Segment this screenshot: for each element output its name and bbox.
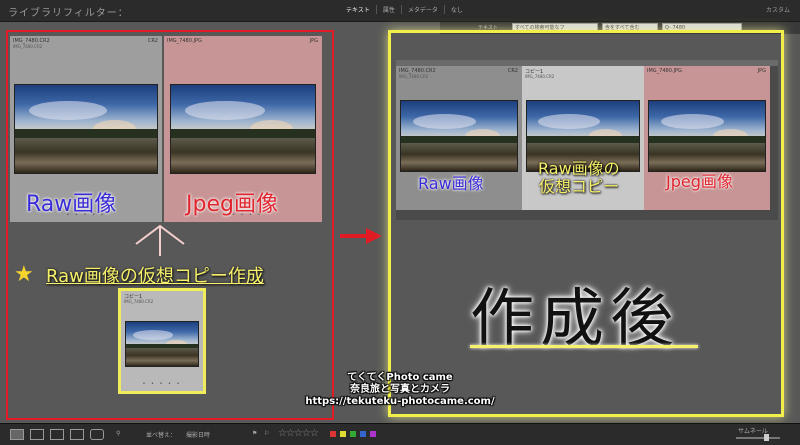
sort-select[interactable]: 撮影日時 — [186, 430, 210, 439]
cell-subname: IMG_7480.CR2 — [13, 44, 43, 49]
label-jpeg-image: Jpeg画像 — [186, 192, 278, 217]
label-line-1: Raw画像の — [538, 159, 620, 178]
cell-filename: IMG_7480.JPG — [647, 68, 682, 74]
cell-extension: JPG — [309, 38, 318, 44]
caption-text: Raw画像の仮想コピー作成 — [46, 266, 264, 287]
survey-view-icon[interactable] — [70, 429, 84, 440]
right-arrow-icon — [340, 228, 382, 244]
cell-filename: IMG_7480.JPG — [167, 38, 202, 44]
color-label-red[interactable] — [330, 431, 336, 437]
thumbnail-size-slider-knob[interactable] — [764, 434, 769, 441]
grid-view-icon[interactable] — [10, 429, 24, 440]
bottom-toolbar: ⚲ 並べ替え： 撮影日時 ⚑ ⚐ ☆☆☆☆☆ サムネール — [0, 423, 800, 445]
photo-thumbnail[interactable] — [14, 84, 158, 174]
photo-thumbnail[interactable] — [400, 100, 518, 172]
cell-extension: JPG — [757, 68, 766, 74]
cell-subname: IMG_7480.CR2 — [525, 74, 555, 79]
grid-cell-virtual-copy-selected[interactable]: コピー1 IMG_7480.CR2 • • • • • — [118, 288, 206, 394]
color-label-blue[interactable] — [360, 431, 366, 437]
loupe-view-icon[interactable] — [30, 429, 44, 440]
star-icon: ★ — [14, 262, 34, 287]
cell-extension: CR2 — [147, 38, 158, 44]
filter-preset-dropdown[interactable]: カスタム — [766, 5, 790, 14]
photo-thumbnail[interactable] — [648, 100, 766, 172]
rating-dots[interactable]: • • • • • — [121, 381, 203, 387]
photo-thumbnail[interactable] — [125, 321, 199, 367]
tab-text[interactable]: テキスト — [340, 5, 377, 14]
color-label-green[interactable] — [350, 431, 356, 437]
watermark-line-2: 奈良旅と写真とカメラ — [350, 384, 450, 395]
after-heading-underline — [470, 345, 698, 348]
watermark-line-1: てくてくPhoto came — [347, 372, 453, 383]
after-label-jpeg: Jpeg画像 — [666, 172, 733, 191]
compare-view-icon[interactable] — [50, 429, 64, 440]
after-label-raw: Raw画像 — [418, 174, 484, 193]
color-label-yellow[interactable] — [340, 431, 346, 437]
flag-icon[interactable]: ⚑ — [252, 430, 257, 437]
library-filter-bar: ライブラリフィルター： テキスト 属性 メタデータ なし カスタム — [0, 0, 800, 22]
site-watermark: てくてくPhoto came 奈良旅と写真とカメラ https://tekute… — [275, 372, 525, 408]
photo-thumbnail[interactable] — [170, 84, 316, 174]
painter-icon[interactable]: ⚲ — [116, 430, 120, 437]
cell-subname: IMG_7480.CR2 — [399, 74, 429, 79]
star-rating-filter[interactable]: ☆☆☆☆☆ — [278, 428, 319, 439]
reject-flag-icon[interactable]: ⚐ — [264, 430, 269, 437]
label-line-2: 仮想コピー — [538, 177, 619, 196]
people-view-icon[interactable] — [90, 429, 104, 440]
sort-label: 並べ替え： — [146, 432, 177, 439]
tab-metadata[interactable]: メタデータ — [402, 5, 445, 14]
cell-subname: IMG_7480.CR2 — [124, 299, 154, 304]
thumbnail-size-slider[interactable] — [736, 437, 780, 439]
watermark-url: https://tekuteku-photocame.com/ — [305, 396, 495, 407]
after-label-virtual-copy: Raw画像の 仮想コピー — [538, 160, 620, 196]
tab-none[interactable]: なし — [445, 5, 469, 14]
filter-tabs: テキスト 属性 メタデータ なし — [340, 5, 469, 14]
up-arrow-icon — [135, 224, 185, 256]
color-label-purple[interactable] — [370, 431, 376, 437]
tab-attribute[interactable]: 属性 — [377, 5, 402, 14]
filter-bar-title: ライブラリフィルター： — [8, 8, 129, 19]
label-raw-image: Raw画像 — [26, 192, 117, 217]
cell-extension: CR2 — [507, 68, 518, 74]
caption-create-virtual-copy: ★ Raw画像の仮想コピー作成 — [14, 262, 264, 288]
